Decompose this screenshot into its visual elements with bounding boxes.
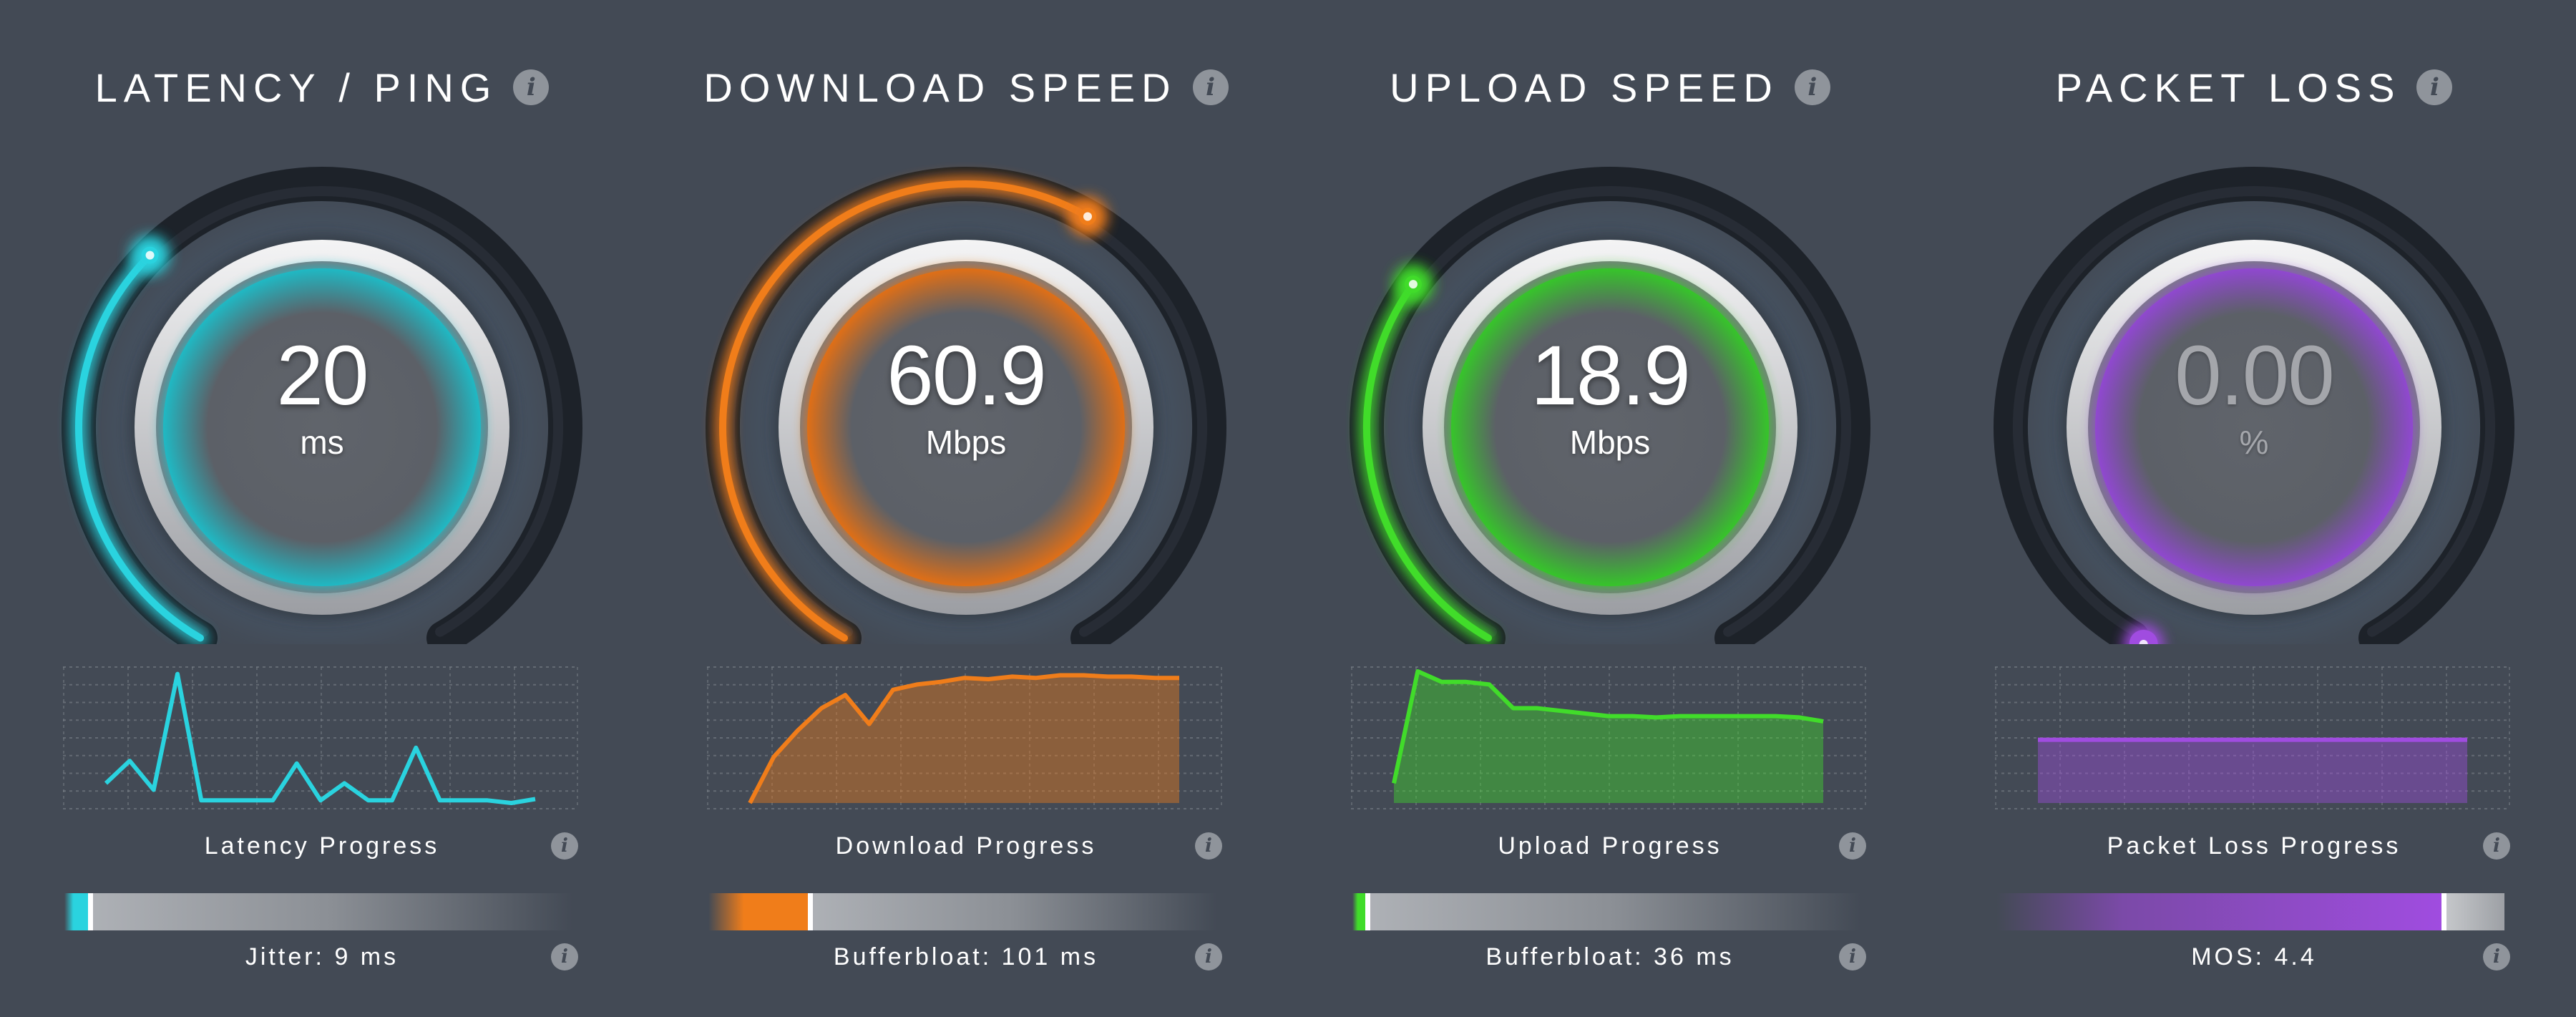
- panel-title: PACKET LOSS: [2055, 64, 2401, 110]
- graph-caption: Latency Progress: [204, 832, 440, 860]
- graph-caption-row: Latency Progress i: [0, 828, 644, 864]
- bar-marker: [87, 893, 93, 930]
- gauge-value: 20: [276, 329, 369, 423]
- bar-caption: Bufferbloat: 36 ms: [1485, 943, 1735, 970]
- info-icon[interactable]: i: [1839, 943, 1866, 970]
- packet-loss-panel: PACKET LOSS i 0.00 % Packet Loss Progres…: [1932, 0, 2576, 1017]
- bar-caption-row: MOS: 4.4 i: [1932, 939, 2576, 975]
- panel-title: LATENCY / PING: [94, 64, 498, 110]
- graph-caption: Download Progress: [835, 832, 1097, 860]
- bar-caption: Jitter: 9 ms: [245, 943, 399, 970]
- upload-panel: UPLOAD SPEED i 18.9 Mbps Upload Progress…: [1288, 0, 1932, 1017]
- graph-area: [1394, 671, 1823, 803]
- info-icon[interactable]: i: [551, 943, 578, 970]
- panel-title-row: PACKET LOSS i: [1932, 59, 2576, 116]
- gauge-readout: 18.9 Mbps: [1395, 329, 1825, 501]
- bufferbloat-bar: [1352, 893, 1860, 930]
- bar-caption: Bufferbloat: 101 ms: [833, 943, 1099, 970]
- info-icon[interactable]: i: [513, 69, 550, 105]
- bar-marker: [1365, 893, 1371, 930]
- jitter-bar: [64, 893, 572, 930]
- info-icon[interactable]: i: [551, 832, 578, 860]
- download-panel: DOWNLOAD SPEED i 60.9 Mbps Download Prog…: [644, 0, 1288, 1017]
- graph-caption: Packet Loss Progress: [2107, 832, 2401, 860]
- bar-caption-row: Jitter: 9 ms i: [0, 939, 644, 975]
- bar-marker: [2441, 893, 2446, 930]
- gauge-readout: 0.00 %: [2039, 329, 2469, 501]
- panel-title-row: DOWNLOAD SPEED i: [644, 59, 1288, 116]
- bar-caption: MOS: 4.4: [2191, 943, 2317, 970]
- gauge-value: 60.9: [887, 329, 1047, 423]
- gauge-knob-core: [145, 250, 155, 260]
- panel-title-row: LATENCY / PING i: [0, 59, 644, 116]
- gauge-unit: Mbps: [1569, 424, 1651, 461]
- panel-title: DOWNLOAD SPEED: [703, 64, 1177, 110]
- info-icon[interactable]: i: [1195, 832, 1222, 860]
- download-progress-graph: [707, 666, 1222, 809]
- graph-area: [2038, 739, 2467, 803]
- panel-title-row: UPLOAD SPEED i: [1288, 59, 1932, 116]
- gauge-value: 18.9: [1531, 329, 1691, 423]
- graph-caption-row: Packet Loss Progress i: [1932, 828, 2576, 864]
- gauge-unit: %: [2239, 424, 2269, 461]
- latency-panel: LATENCY / PING i 20 ms Latency Progress …: [0, 0, 644, 1017]
- packet-loss-progress-graph: [1995, 666, 2510, 809]
- info-icon[interactable]: i: [1192, 69, 1229, 105]
- info-icon[interactable]: i: [2483, 832, 2510, 860]
- bar-marker: [808, 893, 813, 930]
- info-icon[interactable]: i: [2483, 943, 2510, 970]
- gauge-knob-core: [1083, 212, 1092, 221]
- graph-caption: Upload Progress: [1498, 832, 1722, 860]
- gauge-readout: 60.9 Mbps: [751, 329, 1181, 501]
- info-icon[interactable]: i: [1195, 943, 1222, 970]
- gauge-readout: 20 ms: [107, 329, 537, 501]
- panel-title: UPLOAD SPEED: [1390, 64, 1779, 110]
- bar-caption-row: Bufferbloat: 36 ms i: [1288, 939, 1932, 975]
- info-icon[interactable]: i: [1794, 69, 1830, 105]
- upload-progress-graph: [1351, 666, 1866, 809]
- graph-caption-row: Upload Progress i: [1288, 828, 1932, 864]
- bufferbloat-bar: [708, 893, 1216, 930]
- info-icon[interactable]: i: [1839, 832, 1866, 860]
- bar-caption-row: Bufferbloat: 101 ms i: [644, 939, 1288, 975]
- graph-area: [750, 675, 1179, 803]
- mos-bar: [1996, 893, 2504, 930]
- latency-progress-graph: [63, 666, 578, 809]
- gauge-unit: Mbps: [925, 424, 1007, 461]
- gauge-unit: ms: [300, 424, 344, 461]
- gauge-knob-core: [1408, 280, 1418, 289]
- gauge-value: 0.00: [2175, 329, 2335, 423]
- graph-caption-row: Download Progress i: [644, 828, 1288, 864]
- info-icon[interactable]: i: [2416, 69, 2453, 105]
